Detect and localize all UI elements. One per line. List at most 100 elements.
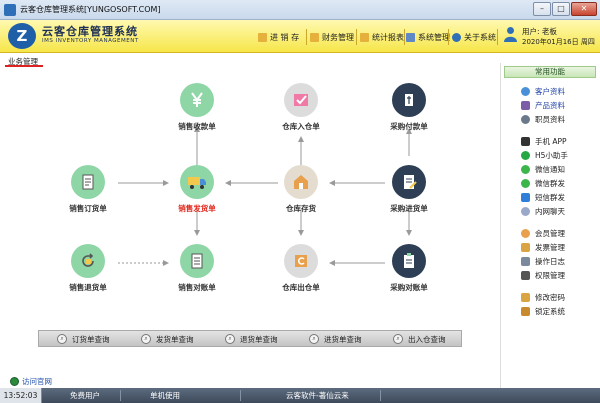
node-label: 销售对账单: [178, 283, 216, 292]
node-sales-receipt[interactable]: 销售收款单: [167, 83, 227, 132]
menu-divider: [448, 29, 449, 45]
query-label: 订货单查询: [72, 334, 110, 344]
node-label: 采购对账单: [390, 283, 428, 292]
search-icon: ⌕: [225, 334, 235, 344]
node-purchase-reconcile[interactable]: 采购对账单: [379, 244, 439, 293]
phone-icon: [521, 137, 530, 146]
return-icon: [71, 244, 105, 278]
close-button[interactable]: ✕: [571, 2, 597, 16]
h5-assistant-item[interactable]: H5小助手: [521, 150, 568, 161]
order-query-button[interactable]: ⌕ 订货单查询: [57, 333, 110, 345]
warehouse-icon: [284, 165, 318, 199]
admin-label: 权限管理: [535, 271, 565, 280]
mobile-app-item[interactable]: 手机 APP: [521, 136, 567, 147]
sms-broadcast-item[interactable]: 短信群发: [521, 192, 565, 203]
operation-log-item[interactable]: 操作日志: [521, 256, 565, 267]
link-label: 客户资料: [535, 87, 565, 96]
node-purchase-payment[interactable]: 采购付款单: [379, 83, 439, 132]
status-time: 13:52:03: [0, 388, 42, 403]
menu-item-label: 进 销 存: [270, 32, 300, 42]
folder-icon: [360, 32, 369, 42]
tool-label: 手机 APP: [535, 137, 567, 146]
monitor-icon: [521, 271, 530, 280]
link-label: 职员资料: [535, 115, 565, 124]
node-stock-in[interactable]: 仓库入仓单: [271, 83, 331, 132]
menu-item-about[interactable]: 关于系统: [452, 30, 496, 44]
system-icon: [406, 32, 415, 42]
brand-subtitle: IMS INVENTORY MANAGEMENT: [42, 38, 139, 44]
menu-item-finance[interactable]: 财务管理: [310, 30, 354, 44]
search-icon: ⌕: [57, 334, 67, 344]
node-sales-delivery[interactable]: 销售发货单: [167, 165, 227, 214]
minimize-button[interactable]: –: [533, 2, 551, 16]
node-inventory[interactable]: 仓库存货: [271, 165, 331, 214]
sms-icon: [521, 193, 530, 202]
status-divider: [120, 390, 121, 401]
payment-icon: [392, 83, 426, 117]
node-label: 采购付款单: [390, 122, 428, 131]
maximize-button[interactable]: □: [552, 2, 570, 16]
product-data-link[interactable]: 产品资料: [521, 100, 565, 111]
permission-management-item[interactable]: 权限管理: [521, 270, 565, 281]
globe-icon: [10, 377, 19, 386]
current-date: 2020年01月16日 周四: [522, 38, 595, 46]
intranet-chat-item[interactable]: 内网聊天: [521, 206, 565, 217]
wechat-broadcast-item[interactable]: 微信群发: [521, 178, 565, 189]
customer-icon: [521, 87, 530, 96]
node-label: 销售订货单: [69, 204, 107, 213]
member-icon: [521, 229, 530, 238]
invoice-management-item[interactable]: 发票管理: [521, 242, 565, 253]
node-stock-out[interactable]: 仓库出仓单: [271, 244, 331, 293]
staff-data-link[interactable]: 职员资料: [521, 114, 565, 125]
lock-system-item[interactable]: 锁定系统: [521, 306, 565, 317]
staff-icon: [521, 115, 530, 124]
menu-item-label: 财务管理: [322, 32, 354, 42]
lock-icon: [521, 307, 530, 316]
node-purchase-receipt[interactable]: 采购进货单: [379, 165, 439, 214]
window-title: 云客仓库管理系统[YUNGOSOFT.COM]: [20, 5, 161, 14]
purchase-query-button[interactable]: ⌕ 进货单查询: [309, 333, 362, 345]
node-sales-reconcile[interactable]: 销售对账单: [167, 244, 227, 293]
query-label: 退货单查询: [240, 334, 278, 344]
info-icon: [452, 32, 461, 42]
current-user: 用户: 老板: [522, 27, 557, 36]
change-password-item[interactable]: 修改密码: [521, 292, 565, 303]
stock-out-icon: [284, 244, 318, 278]
app-icon: [4, 4, 16, 16]
truck-icon: [180, 165, 214, 199]
delivery-query-button[interactable]: ⌕ 发货单查询: [141, 333, 194, 345]
business-flow-canvas: 销售收款单 仓库入仓单 采购付款单 销售订货单 销售发货单 仓库存货 采购进货单…: [0, 57, 500, 377]
query-label: 出入仓查询: [408, 334, 446, 344]
yen-icon: [180, 83, 214, 117]
wechat-icon: [521, 165, 530, 174]
admin-label: 会员管理: [535, 229, 565, 238]
visit-website-label: 访问官网: [22, 377, 52, 386]
return-query-button[interactable]: ⌕ 退货单查询: [225, 333, 278, 345]
node-label: 销售退货单: [69, 283, 107, 292]
visit-website-link[interactable]: 访问官网: [10, 376, 52, 387]
menu-divider: [306, 29, 307, 45]
wechat-notify-item[interactable]: 微信通知: [521, 164, 565, 175]
security-label: 锁定系统: [535, 307, 565, 316]
search-icon: ⌕: [309, 334, 319, 344]
status-company: 云客软件-著仙云来: [286, 391, 349, 400]
inout-query-button[interactable]: ⌕ 出入仓查询: [393, 333, 446, 345]
node-label: 销售发货单: [178, 204, 216, 213]
menu-divider: [356, 29, 357, 45]
menu-item-label: 关于系统: [464, 32, 496, 42]
search-icon: ⌕: [141, 334, 151, 344]
menu-divider: [497, 29, 498, 45]
purchase-icon: [392, 165, 426, 199]
node-label: 仓库出仓单: [282, 283, 320, 292]
security-label: 修改密码: [535, 293, 565, 302]
reconcile-icon: [180, 244, 214, 278]
tool-label: H5小助手: [535, 151, 568, 160]
customer-data-link[interactable]: 客户资料: [521, 86, 565, 97]
link-label: 产品资料: [535, 101, 565, 110]
member-management-item[interactable]: 会员管理: [521, 228, 565, 239]
menu-item-jxc[interactable]: 进 销 存: [258, 30, 299, 44]
menu-item-reports[interactable]: 统计报表: [360, 30, 404, 44]
menu-item-system[interactable]: 系统管理: [406, 30, 450, 44]
node-sales-return[interactable]: 销售退货单: [58, 244, 118, 293]
node-sales-order[interactable]: 销售订货单: [58, 165, 118, 214]
